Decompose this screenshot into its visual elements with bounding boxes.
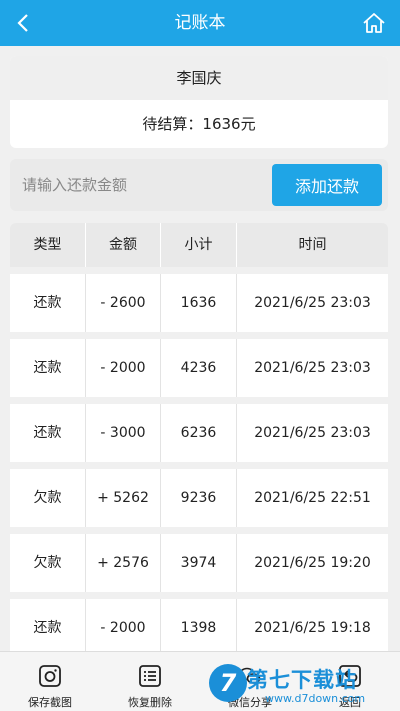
- cell-type: 还款: [10, 599, 86, 657]
- add-repay-button[interactable]: 添加还款: [272, 164, 382, 206]
- records-table: 类型 金额 小计 时间 还款 - 2600 1636 2021/6/25 23:…: [10, 223, 388, 657]
- cell-time: 2021/6/25 19:18: [254, 620, 371, 636]
- cell-time: 2021/6/25 23:03: [254, 425, 371, 441]
- table-row[interactable]: 欠款 + 2576 3974 2021/6/25 19:20: [10, 534, 388, 592]
- wechat-icon: [239, 667, 261, 684]
- cell-type: 还款: [10, 404, 86, 462]
- table-row[interactable]: 欠款 + 5262 9236 2021/6/25 22:51: [10, 469, 388, 527]
- return-button[interactable]: 返回: [300, 652, 400, 711]
- top-bar: 记账本: [0, 0, 400, 46]
- cell-amount: + 5262: [86, 469, 161, 527]
- restore-deleted-label: 恢复删除: [128, 696, 172, 709]
- restore-deleted-button[interactable]: 恢复删除: [100, 652, 200, 711]
- cell-subtotal: 1636: [161, 274, 237, 332]
- save-screenshot-label: 保存截图: [28, 696, 72, 709]
- column-header-time: 时间: [298, 237, 327, 253]
- column-header-amount: 金额: [86, 223, 161, 267]
- cell-subtotal: 6236: [161, 404, 237, 462]
- cell-type: 还款: [10, 339, 86, 397]
- home-icon: [363, 13, 385, 33]
- wechat-share-label: 微信分享: [228, 696, 272, 709]
- list-icon: [139, 665, 161, 687]
- cell-time: 2021/6/25 22:51: [254, 490, 371, 506]
- cell-amount: - 2600: [86, 274, 161, 332]
- pending-amount: 待结算：1636元: [142, 115, 256, 133]
- cell-type: 欠款: [10, 534, 86, 592]
- table-row[interactable]: 还款 - 2600 1636 2021/6/25 23:03: [10, 274, 388, 332]
- cell-time: 2021/6/25 23:03: [254, 360, 371, 376]
- home-button[interactable]: [358, 7, 390, 39]
- column-header-type: 类型: [10, 223, 86, 267]
- cell-amount: - 2000: [86, 339, 161, 397]
- cell-amount: - 2000: [86, 599, 161, 657]
- repay-amount-input[interactable]: [10, 159, 265, 211]
- save-screenshot-button[interactable]: 保存截图: [0, 652, 100, 711]
- cell-subtotal: 3974: [161, 534, 237, 592]
- cell-amount: - 3000: [86, 404, 161, 462]
- cell-subtotal: 4236: [161, 339, 237, 397]
- column-header-subtotal: 小计: [161, 223, 237, 267]
- repay-row: 添加还款: [10, 159, 388, 211]
- cell-amount: + 2576: [86, 534, 161, 592]
- table-row[interactable]: 还款 - 2000 4236 2021/6/25 23:03: [10, 339, 388, 397]
- account-name: 李国庆: [10, 56, 388, 100]
- return-label: 返回: [339, 696, 361, 709]
- cell-subtotal: 9236: [161, 469, 237, 527]
- cell-subtotal: 1398: [161, 599, 237, 657]
- cell-type: 还款: [10, 274, 86, 332]
- page-title: 记账本: [174, 13, 226, 33]
- cell-time: 2021/6/25 23:03: [254, 295, 371, 311]
- camera-icon: [39, 665, 61, 687]
- table-row[interactable]: 还款 - 2000 1398 2021/6/25 19:18: [10, 599, 388, 657]
- cell-type: 欠款: [10, 469, 86, 527]
- table-row[interactable]: 还款 - 3000 6236 2021/6/25 23:03: [10, 404, 388, 462]
- table-header: 类型 金额 小计 时间: [10, 223, 388, 267]
- wechat-share-button[interactable]: 微信分享: [200, 652, 300, 711]
- account-card: 李国庆 待结算：1636元: [10, 56, 388, 148]
- back-icon: [339, 665, 361, 687]
- cell-time: 2021/6/25 19:20: [254, 555, 371, 571]
- bottom-toolbar: 保存截图 恢复删除 微信分享 返回: [0, 651, 400, 711]
